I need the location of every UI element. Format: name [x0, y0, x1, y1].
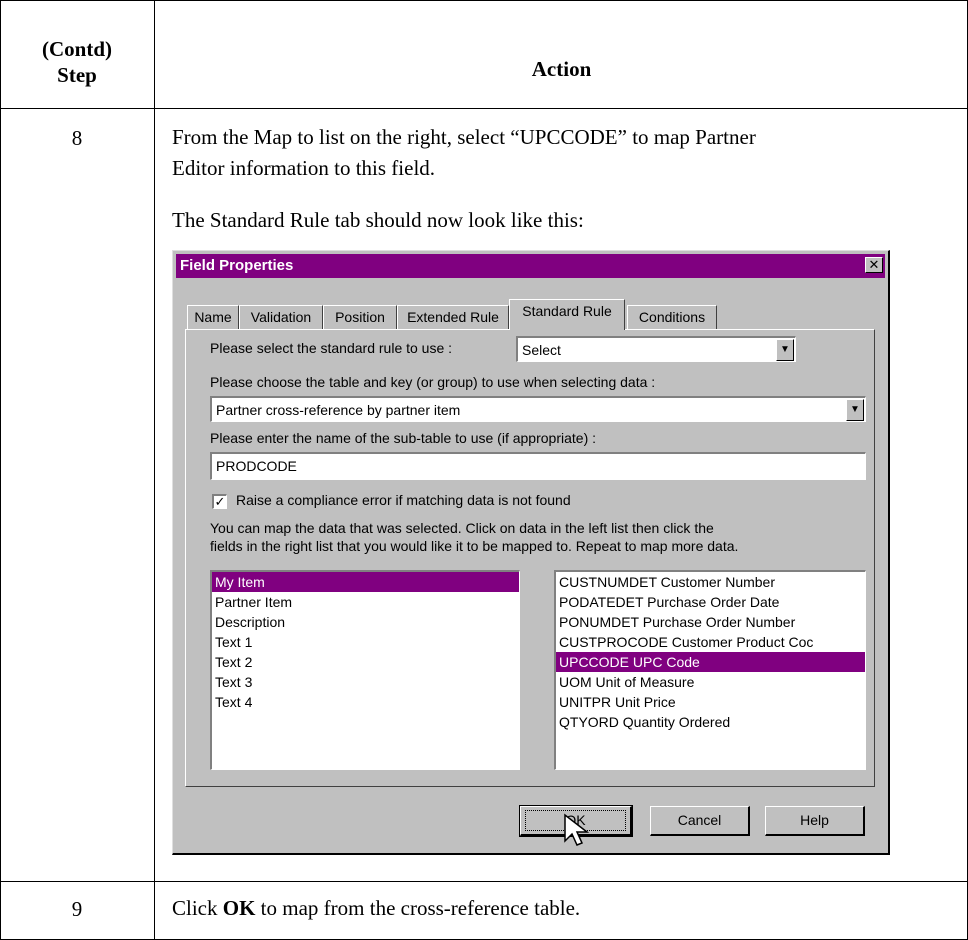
step-9-text: Click OK to map from the cross-reference…: [172, 893, 580, 924]
field-properties-dialog: Field Properties ✕ Name Validation Posit…: [172, 250, 890, 855]
list-item[interactable]: CUSTNUMDET Customer Number: [556, 572, 865, 592]
list-item[interactable]: Partner Item: [212, 592, 519, 612]
tab-extended-rule[interactable]: Extended Rule: [397, 305, 509, 329]
rule-label: Please select the standard rule to use :: [210, 340, 453, 356]
step-9-text-suffix: to map from the cross-reference table.: [255, 896, 581, 920]
list-item[interactable]: PODATEDET Purchase Order Date: [556, 592, 865, 612]
compliance-label: Raise a compliance error if matching dat…: [236, 492, 571, 508]
header-step: (Contd) Step: [0, 36, 154, 88]
tab-conditions[interactable]: Conditions: [627, 305, 717, 329]
tab-name[interactable]: Name: [187, 305, 239, 329]
list-item[interactable]: UPCCODE UPC Code: [556, 652, 865, 672]
map-help-line1: You can map the data that was selected. …: [210, 520, 714, 536]
list-item[interactable]: Text 4: [212, 692, 519, 712]
table-label: Please choose the table and key (or grou…: [210, 374, 656, 390]
step-8-text-line2: Editor information to this field.: [172, 156, 436, 180]
table-border-top: [0, 0, 968, 1]
help-button[interactable]: Help: [765, 806, 865, 836]
step-9-text-bold: OK: [222, 896, 256, 920]
list-item[interactable]: UNITPR Unit Price: [556, 692, 865, 712]
list-item[interactable]: CUSTPROCODE Customer Product Coc: [556, 632, 865, 652]
close-icon[interactable]: ✕: [865, 257, 883, 273]
list-item[interactable]: My Item: [212, 572, 519, 592]
table-key-select[interactable]: Partner cross-reference by partner item …: [210, 396, 866, 422]
mouse-pointer-icon: [564, 813, 590, 846]
tab-standard-rule[interactable]: Standard Rule: [509, 299, 625, 330]
cancel-button[interactable]: Cancel: [650, 806, 750, 836]
tab-position[interactable]: Position: [323, 305, 397, 329]
step-number-8: 8: [71, 126, 83, 150]
chevron-down-icon[interactable]: ▼: [776, 339, 794, 361]
map-help-line2: fields in the right list that you would …: [210, 538, 739, 554]
subtable-input[interactable]: PRODCODE: [210, 452, 866, 480]
tab-validation[interactable]: Validation: [239, 305, 323, 329]
rule-select[interactable]: Select ▼: [516, 336, 796, 362]
table-column-divider: [154, 0, 155, 940]
step-9-text-prefix: Click: [172, 896, 223, 920]
header-step-line2: Step: [57, 63, 97, 87]
list-item[interactable]: UOM Unit of Measure: [556, 672, 865, 692]
header-action: Action: [531, 57, 592, 81]
compliance-checkbox[interactable]: ✓: [212, 494, 227, 509]
map-to-list[interactable]: CUSTNUMDET Customer Number PODATEDET Pur…: [554, 570, 866, 770]
step-8-text-line3: The Standard Rule tab should now look li…: [172, 208, 584, 232]
step-number-9: 9: [71, 897, 83, 921]
list-item[interactable]: Text 2: [212, 652, 519, 672]
rule-select-value: Select: [522, 342, 561, 358]
source-data-list[interactable]: My Item Partner Item Description Text 1 …: [210, 570, 520, 770]
list-item[interactable]: QTYORD Quantity Ordered: [556, 712, 865, 732]
list-item[interactable]: Text 3: [212, 672, 519, 692]
dialog-titlebar: Field Properties ✕: [176, 254, 885, 278]
subtable-label: Please enter the name of the sub-table t…: [210, 430, 597, 446]
header-step-line1: (Contd): [41, 37, 112, 61]
table-header-divider: [0, 108, 968, 109]
ok-button[interactable]: OK: [519, 805, 633, 846]
list-item[interactable]: Description: [212, 612, 519, 632]
list-item[interactable]: Text 1: [212, 632, 519, 652]
dialog-title: Field Properties: [180, 257, 294, 274]
step-8-text-line1: From the Map to list on the right, selec…: [172, 125, 756, 149]
table-row-divider: [0, 881, 968, 882]
table-key-value: Partner cross-reference by partner item: [216, 402, 461, 418]
list-item[interactable]: PONUMDET Purchase Order Number: [556, 612, 865, 632]
chevron-down-icon[interactable]: ▼: [846, 399, 864, 421]
standard-rule-panel: Please select the standard rule to use :…: [185, 329, 875, 787]
